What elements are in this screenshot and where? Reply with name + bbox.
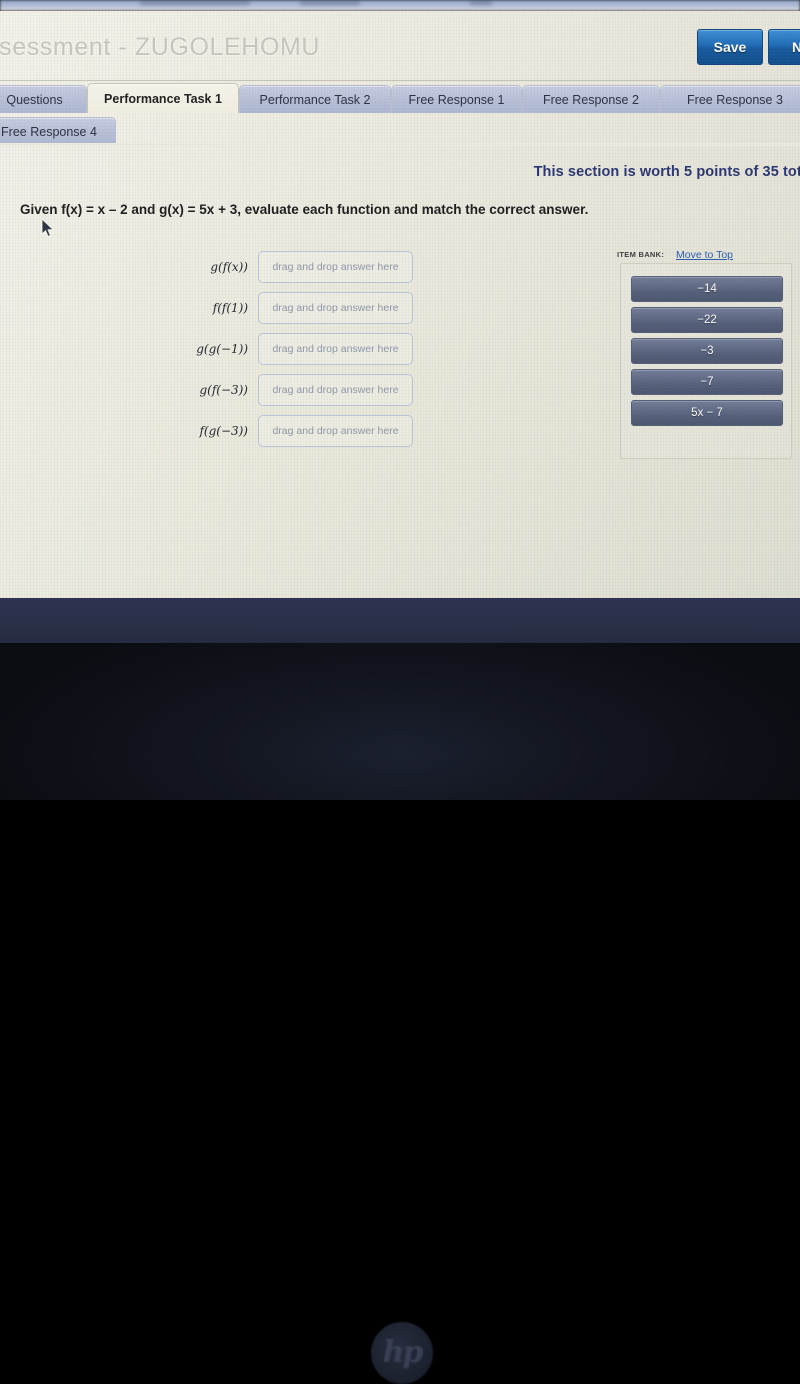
screen-area: ssessment - ZUGOLEHOMU Save Ne Questions… [0,0,800,643]
function-label: f(f(1)) [212,301,248,315]
item-bank-label: ITEM BANK: [617,250,665,259]
header-divider [0,80,800,81]
item-bank-item[interactable]: −22 [631,307,783,333]
chromeos-shelf[interactable] [0,598,800,643]
move-to-top-link[interactable]: Move to Top [676,249,733,261]
page-title: ssessment - ZUGOLEHOMU [0,33,321,61]
function-label: g(f(−3)) [199,383,248,397]
item-bank-item[interactable]: −3 [631,338,783,364]
item-bank-item[interactable]: −7 [631,369,783,395]
dropzone-4[interactable]: drag and drop answer here [258,374,413,406]
match-row: g(f(x)) drag and drop answer here [190,251,430,292]
item-bank-item[interactable]: −14 [631,276,783,302]
match-row: g(f(−3)) drag and drop answer here [190,374,430,415]
function-label: f(g(−3)) [199,424,248,438]
dropzone-2[interactable]: drag and drop answer here [258,292,413,324]
function-label: g(f(x)) [210,260,248,274]
dropzone-3[interactable]: drag and drop answer here [258,333,413,365]
browser-chrome-strip [0,0,800,11]
hp-logo-text: hp [382,1335,424,1370]
tab-strip-fill [0,143,800,146]
match-row: f(f(1)) drag and drop answer here [190,292,430,333]
photographed-laptop-screen: ssessment - ZUGOLEHOMU Save Ne Questions… [0,0,800,1384]
tab-free-response-2[interactable]: Free Response 2 [522,85,660,113]
section-points-note: This section is worth 5 points of 35 tot… [533,164,800,180]
hp-logo: hp [371,1322,433,1384]
mouse-cursor [41,217,55,238]
item-bank-container: −14 −22 −3 −7 5x − 7 [620,263,792,459]
tab-free-response-3[interactable]: Free Response 3 [660,85,800,113]
tab-performance-task-1[interactable]: Performance Task 1 [87,83,239,113]
dropzone-1[interactable]: drag and drop answer here [258,251,413,283]
save-button[interactable]: Save [697,29,763,65]
tab-questions[interactable]: Questions [0,85,87,113]
tab-performance-task-2[interactable]: Performance Task 2 [239,85,391,113]
match-row: f(g(−3)) drag and drop answer here [190,415,430,456]
laptop-bezel: hp [0,643,800,1384]
function-label: g(g(−1)) [196,342,248,356]
item-bank-item[interactable]: 5x − 7 [631,400,783,426]
next-button[interactable]: Ne [768,29,800,65]
tab-free-response-4[interactable]: Free Response 4 [0,117,116,145]
match-row: g(g(−1)) drag and drop answer here [190,333,430,374]
assessment-page: ssessment - ZUGOLEHOMU Save Ne Questions… [0,11,800,598]
matching-rows: g(f(x)) drag and drop answer here f(f(1)… [190,251,430,456]
dropzone-5[interactable]: drag and drop answer here [258,415,413,447]
tab-free-response-1[interactable]: Free Response 1 [391,85,522,113]
question-prompt: Given f(x) = x – 2 and g(x) = 5x + 3, ev… [20,202,589,217]
